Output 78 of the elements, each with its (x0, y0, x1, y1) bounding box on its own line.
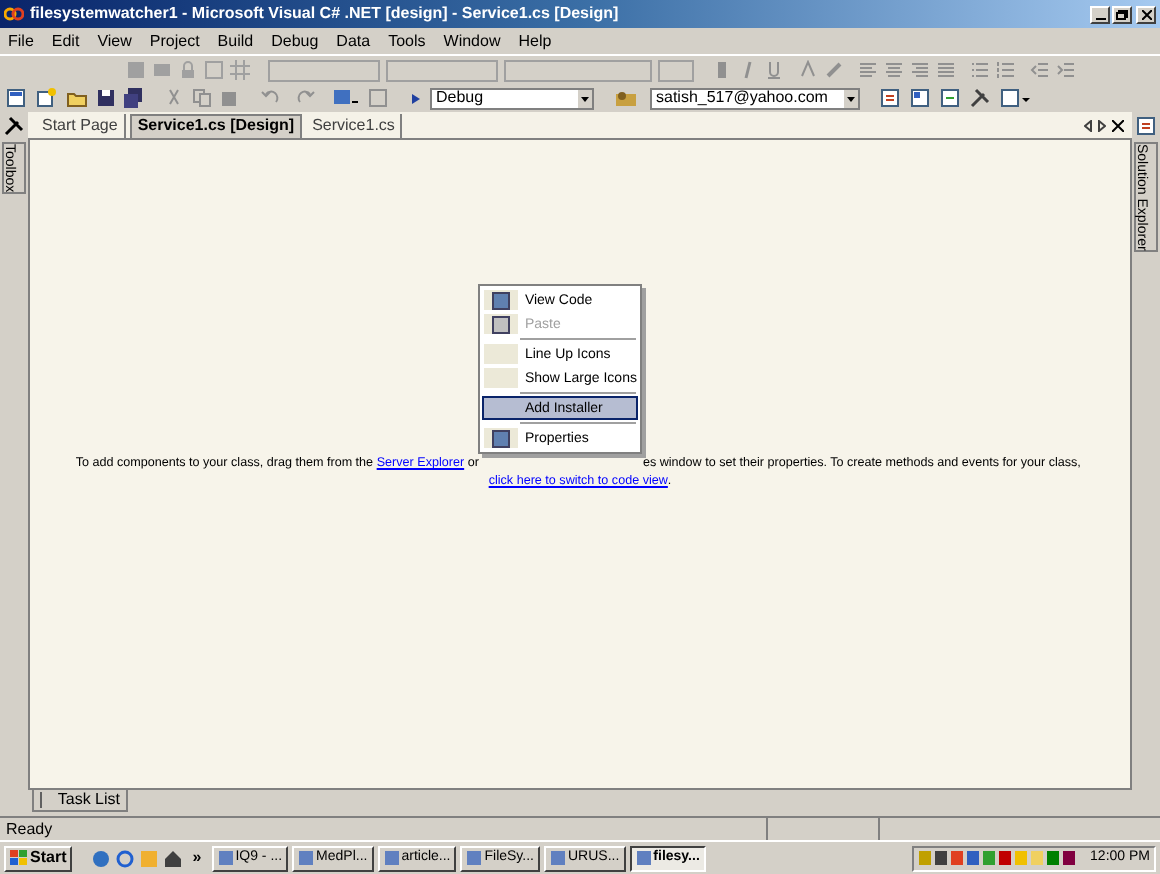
font-color-icon (798, 60, 818, 80)
app-icon (383, 850, 400, 866)
start-button[interactable]: Start (4, 845, 73, 871)
configuration-dropdown[interactable]: Debug (430, 87, 594, 109)
window-title: filesystemwatcher1 - Microsoft Visual C# .NET [design] - Service1.cs [Design] (30, 2, 619, 26)
restore-button[interactable] (1112, 5, 1132, 23)
app-icon (635, 850, 652, 866)
lock-icon (178, 60, 198, 80)
task-list-tab[interactable]: Task List (32, 790, 128, 812)
house-icon (164, 849, 183, 867)
paste-icon (220, 88, 240, 108)
app-icon (550, 850, 566, 866)
menu-item[interactable]: View (97, 29, 132, 53)
new-project-icon (6, 88, 28, 108)
find-dropdown[interactable]: satish_517@yahoo.com (650, 87, 860, 109)
solution-explorer-icon (1135, 116, 1157, 136)
indent-icon (1056, 60, 1076, 80)
toolbar-grid-icon (204, 60, 224, 80)
more-icons-chevron[interactable]: » (192, 846, 202, 870)
app-logo-icon (4, 6, 24, 22)
document-tab[interactable]: Service1.cs [Design] (129, 113, 303, 137)
scroll-left-icon (1084, 119, 1092, 131)
close-icon (1141, 9, 1151, 19)
font-dropdown[interactable] (386, 59, 498, 81)
minimize-button[interactable] (1090, 5, 1110, 23)
align-center-icon (884, 60, 904, 80)
class-view-icon (1000, 88, 1032, 108)
toolbar-grid-icon (230, 60, 250, 80)
save-icon (96, 88, 116, 108)
app-icon (298, 850, 315, 866)
menu-item[interactable]: Tools (388, 29, 426, 53)
justify-icon (936, 60, 956, 80)
tools-icon (970, 88, 992, 108)
scroll-right-icon (1098, 119, 1106, 131)
align-right-icon (910, 60, 930, 80)
close-button[interactable] (1136, 5, 1156, 23)
document-tab[interactable]: Service1.cs (306, 113, 403, 137)
tools-icon (3, 116, 25, 136)
outdent-icon (1030, 60, 1050, 80)
menu-item[interactable]: Build (217, 29, 254, 53)
menu-item[interactable]: File (8, 29, 34, 53)
menu-item[interactable]: Window (443, 29, 501, 53)
style-dropdown[interactable] (268, 59, 380, 81)
menu-item[interactable]: Data (336, 29, 371, 53)
font-name-dropdown[interactable] (504, 59, 652, 81)
menu-item[interactable]: Project (149, 29, 200, 53)
browser-icon (116, 849, 135, 867)
close-icon (1112, 119, 1124, 131)
menu-item[interactable]: Edit (51, 29, 80, 53)
navigate-icon (332, 88, 360, 108)
windows-logo-icon (10, 850, 28, 866)
folder-icon (66, 88, 88, 108)
quick-launch-icon (140, 849, 159, 867)
solution-explorer-icon (880, 88, 902, 108)
copy-icon (192, 88, 212, 108)
menu-item[interactable]: Debug (271, 29, 319, 53)
toolbox-icon (940, 88, 962, 108)
add-item-icon (36, 88, 58, 108)
highlight-icon (824, 60, 844, 80)
menu-item[interactable]: Help (518, 29, 552, 53)
properties-icon (910, 88, 932, 108)
quick-launch-icon (92, 849, 111, 867)
bullet-list-icon (970, 60, 990, 80)
window-icon (368, 88, 390, 108)
find-icon (614, 88, 642, 108)
save-all-icon (124, 88, 144, 108)
document-tab[interactable]: Start Page (36, 113, 126, 137)
underline-icon (764, 60, 784, 80)
cut-icon (164, 88, 184, 108)
bold-icon (712, 60, 732, 80)
app-icon (466, 850, 483, 866)
font-size-dropdown[interactable] (658, 59, 694, 81)
numbered-list-icon (996, 60, 1016, 80)
app-icon (217, 850, 234, 866)
minimize-icon (1095, 17, 1105, 19)
align-left-icon (858, 60, 878, 80)
start-icon (410, 88, 422, 108)
restore-icon (1116, 9, 1128, 19)
